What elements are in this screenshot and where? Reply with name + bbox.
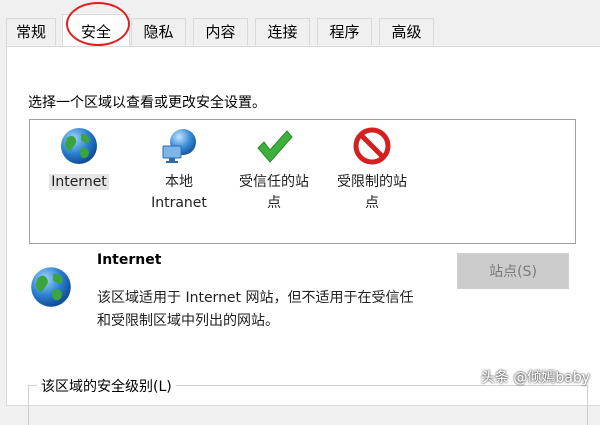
- globe-icon: [61, 128, 97, 164]
- zone-description-line1: 该区域适用于 Internet 网站，但不适用于在受信任: [97, 290, 414, 306]
- security-panel: 选择一个区域以查看或更改安全设置。 Internet 本地 Intranet 受…: [6, 46, 600, 425]
- network-globe-icon: [162, 129, 196, 163]
- checkmark-icon: [257, 130, 293, 163]
- tab-advanced[interactable]: 高级: [379, 18, 434, 45]
- security-level-label: 该区域的安全级别(L): [37, 376, 176, 396]
- tab-general[interactable]: 常规: [6, 18, 56, 45]
- zone-restricted-sites-label-line1: 受限制的站: [337, 174, 407, 190]
- tab-privacy[interactable]: 隐私: [131, 18, 186, 45]
- zone-instruction: 选择一个区域以查看或更改安全设置。: [28, 95, 266, 111]
- zone-list: Internet 本地 Intranet 受信任的站 点 受限制的站 点: [29, 119, 576, 244]
- tab-highlight-circle: [66, 2, 130, 46]
- zone-description-text: 该区域适用于 Internet 网站，但不适用于在受信任 和受限制区域中列出的网…: [97, 287, 457, 333]
- zone-trusted-sites-label-line2: 点: [267, 195, 281, 211]
- tab-content[interactable]: 内容: [193, 18, 248, 45]
- tab-connections[interactable]: 连接: [255, 18, 310, 45]
- zone-description-globe-icon: [31, 267, 71, 307]
- zone-restricted-sites-label-line2: 点: [365, 195, 379, 211]
- zone-local-intranet-label-line2: Intranet: [151, 195, 207, 211]
- zone-local-intranet-label-line1: 本地: [165, 174, 193, 190]
- zone-internet-label: Internet: [49, 174, 109, 190]
- prohibited-icon: [353, 127, 391, 165]
- zone-description-line2: 和受限制区域中列出的网站。: [97, 313, 279, 329]
- zone-trusted-sites-label-line1: 受信任的站: [239, 174, 309, 190]
- tab-programs[interactable]: 程序: [317, 18, 372, 45]
- watermark-text: 头条 @倾嫣baby: [480, 370, 590, 386]
- sites-button[interactable]: 站点(S): [457, 253, 569, 289]
- zone-description-title: Internet: [97, 252, 162, 268]
